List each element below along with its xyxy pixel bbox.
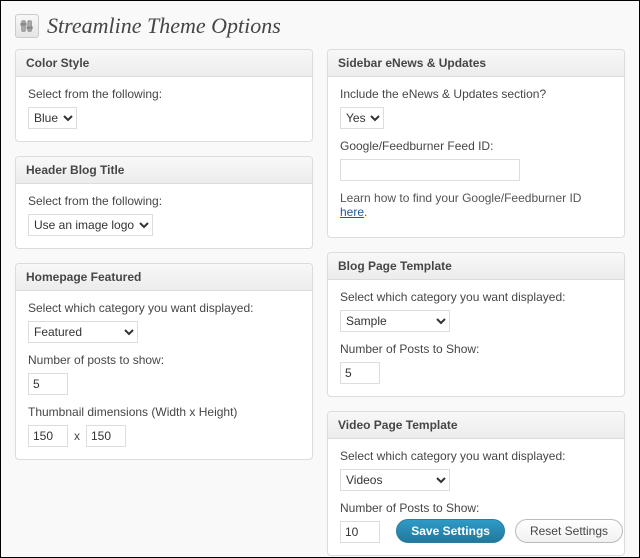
field-label: Number of posts to show: — [28, 353, 300, 367]
box-heading: Sidebar eNews & Updates — [328, 50, 624, 77]
dimension-separator: x — [74, 429, 80, 443]
box-header-blog-title: Header Blog Title Select from the follow… — [15, 156, 313, 249]
box-heading: Homepage Featured — [16, 264, 312, 291]
field-label: Include the eNews & Updates section? — [340, 87, 612, 101]
field-label: Select which category you want displayed… — [340, 290, 612, 304]
right-column: Sidebar eNews & Updates Include the eNew… — [327, 49, 625, 556]
page-title: Streamline Theme Options — [47, 13, 281, 39]
homepage-category-select[interactable]: Featured — [28, 321, 138, 343]
video-category-select[interactable]: Videos — [340, 469, 450, 491]
field-label: Thumbnail dimensions (Width x Height) — [28, 405, 300, 419]
box-color-style: Color Style Select from the following: B… — [15, 49, 313, 142]
page-header: Streamline Theme Options — [15, 13, 625, 39]
left-column: Color Style Select from the following: B… — [15, 49, 313, 556]
field-label: Number of Posts to Show: — [340, 501, 612, 515]
field-label: Select which category you want displayed… — [28, 301, 300, 315]
box-heading: Blog Page Template — [328, 253, 624, 280]
box-sidebar-enews: Sidebar eNews & Updates Include the eNew… — [327, 49, 625, 238]
thumb-width-input[interactable] — [28, 425, 68, 447]
action-buttons: Save Settings Reset Settings — [396, 519, 623, 543]
columns: Color Style Select from the following: B… — [15, 49, 625, 556]
field-label: Select which category you want displayed… — [340, 449, 612, 463]
field-label: Select from the following: — [28, 87, 300, 101]
box-heading: Header Blog Title — [16, 157, 312, 184]
field-label: Select from the following: — [28, 194, 300, 208]
reset-button[interactable]: Reset Settings — [515, 519, 623, 543]
blog-posts-input[interactable] — [340, 362, 380, 384]
enews-include-select[interactable]: Yes — [340, 107, 384, 129]
settings-icon — [15, 14, 39, 38]
feedburner-help-link[interactable]: here — [340, 205, 364, 219]
blog-category-select[interactable]: Sample — [340, 310, 450, 332]
box-blog-template: Blog Page Template Select which category… — [327, 252, 625, 397]
save-button[interactable]: Save Settings — [396, 519, 505, 543]
thumb-height-input[interactable] — [86, 425, 126, 447]
box-heading: Color Style — [16, 50, 312, 77]
color-style-select[interactable]: Blue — [28, 107, 77, 129]
field-label: Number of Posts to Show: — [340, 342, 612, 356]
box-heading: Video Page Template — [328, 412, 624, 439]
header-blog-title-select[interactable]: Use an image logo — [28, 214, 153, 236]
help-text: Learn how to find your Google/Feedburner… — [340, 191, 612, 219]
video-posts-input[interactable] — [340, 521, 380, 543]
feedburner-id-input[interactable] — [340, 159, 520, 181]
box-homepage-featured: Homepage Featured Select which category … — [15, 263, 313, 460]
options-page: Streamline Theme Options Color Style Sel… — [0, 0, 640, 558]
homepage-posts-input[interactable] — [28, 373, 68, 395]
field-label: Google/Feedburner Feed ID: — [340, 139, 612, 153]
